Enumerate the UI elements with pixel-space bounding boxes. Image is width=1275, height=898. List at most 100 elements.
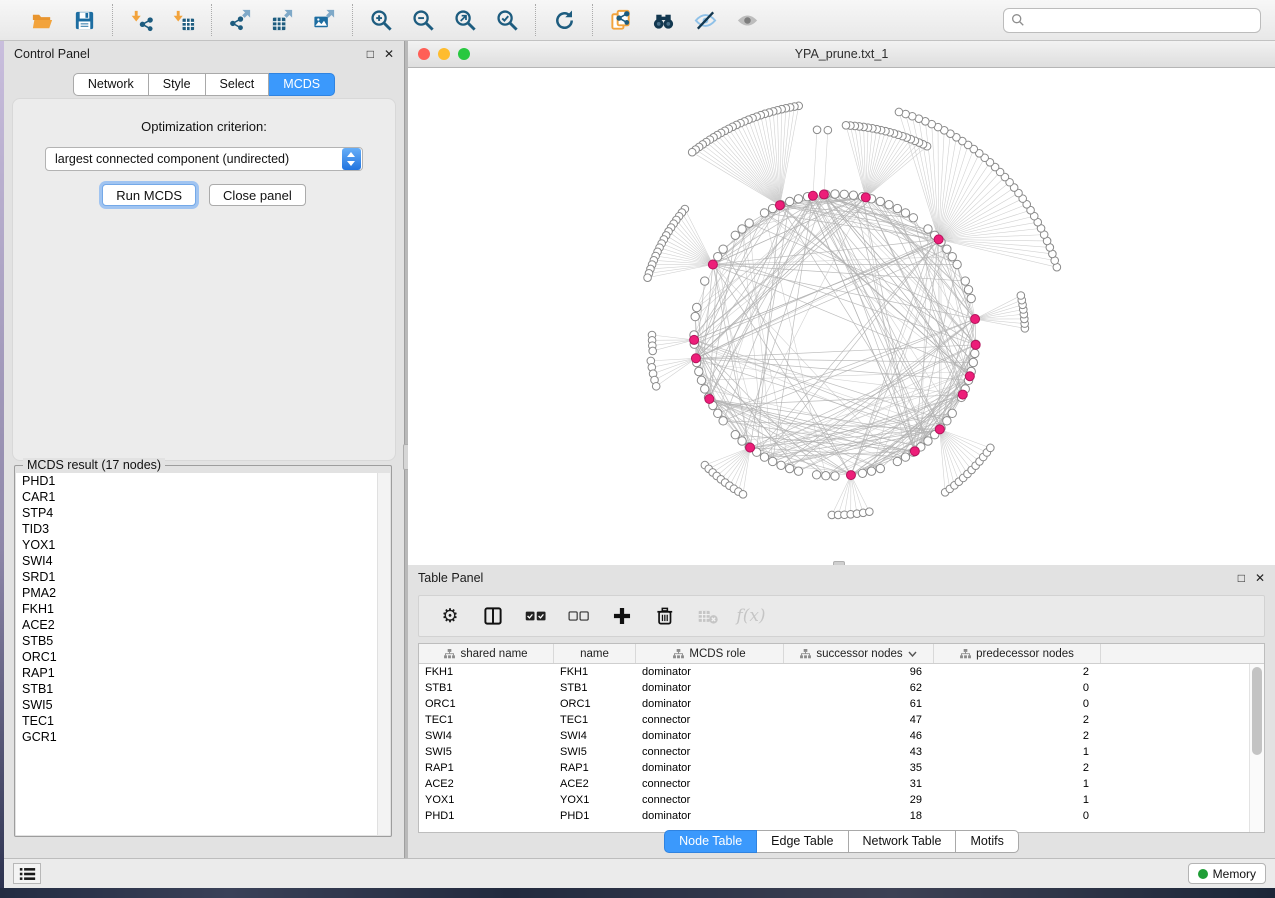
show-all-button[interactable]: [729, 4, 765, 36]
column-header-name[interactable]: name: [554, 644, 636, 663]
mcds-result-item[interactable]: STP4: [16, 505, 390, 521]
table-cell[interactable]: 1: [934, 778, 1101, 790]
network-canvas[interactable]: [408, 68, 1275, 565]
tab-edge-table[interactable]: Edge Table: [757, 830, 848, 853]
table-cell[interactable]: 35: [784, 762, 934, 774]
mcds-list-scrollbar[interactable]: [377, 473, 390, 835]
table-row[interactable]: SWI5SWI5connector431: [419, 744, 1264, 760]
refresh-layout-button[interactable]: [546, 4, 582, 36]
table-cell[interactable]: PHD1: [419, 810, 554, 822]
zoom-selected-button[interactable]: [489, 4, 525, 36]
table-cell[interactable]: YOX1: [554, 794, 636, 806]
tab-motifs[interactable]: Motifs: [956, 830, 1018, 853]
copy-network-button[interactable]: [603, 4, 639, 36]
table-cell[interactable]: connector: [636, 778, 784, 790]
table-cell[interactable]: 96: [784, 666, 934, 678]
select-all-checkboxes-button[interactable]: [523, 602, 549, 630]
import-network-button[interactable]: [123, 4, 159, 36]
table-row[interactable]: FKH1FKH1dominator962: [419, 664, 1264, 680]
table-cell[interactable]: connector: [636, 746, 784, 758]
table-cell[interactable]: RAP1: [554, 762, 636, 774]
table-cell[interactable]: YOX1: [419, 794, 554, 806]
table-cell[interactable]: 2: [934, 730, 1101, 742]
zoom-in-button[interactable]: [363, 4, 399, 36]
mcds-result-item[interactable]: GCR1: [16, 729, 390, 745]
column-header-predecessor-nodes[interactable]: predecessor nodes: [934, 644, 1101, 663]
table-row[interactable]: YOX1YOX1connector291: [419, 792, 1264, 808]
table-cell[interactable]: 0: [934, 810, 1101, 822]
table-cell[interactable]: TEC1: [419, 714, 554, 726]
deselect-all-checkboxes-button[interactable]: [566, 602, 592, 630]
table-scrollbar[interactable]: [1249, 664, 1264, 832]
delete-row-button[interactable]: [652, 602, 678, 630]
table-cell[interactable]: 31: [784, 778, 934, 790]
table-cell[interactable]: dominator: [636, 810, 784, 822]
zoom-fit-button[interactable]: [447, 4, 483, 36]
save-session-button[interactable]: [66, 4, 102, 36]
run-mcds-button[interactable]: Run MCDS: [102, 184, 196, 206]
mcds-result-item[interactable]: SWI4: [16, 553, 390, 569]
table-cell[interactable]: RAP1: [419, 762, 554, 774]
zoom-out-button[interactable]: [405, 4, 441, 36]
memory-button[interactable]: Memory: [1188, 863, 1266, 884]
search-box[interactable]: [1003, 8, 1261, 33]
close-panel-button[interactable]: Close panel: [209, 184, 306, 206]
table-row[interactable]: STB1STB1dominator620: [419, 680, 1264, 696]
float-panel-icon[interactable]: □: [367, 47, 374, 61]
close-panel-icon[interactable]: ✕: [384, 47, 394, 61]
mcds-result-item[interactable]: SRD1: [16, 569, 390, 585]
mcds-result-item[interactable]: FKH1: [16, 601, 390, 617]
tab-style[interactable]: Style: [149, 73, 206, 96]
table-cell[interactable]: dominator: [636, 666, 784, 678]
tab-node-table[interactable]: Node Table: [664, 830, 757, 853]
table-cell[interactable]: 62: [784, 682, 934, 694]
add-column-button[interactable]: [609, 602, 635, 630]
table-cell[interactable]: 1: [934, 794, 1101, 806]
column-header-successor-nodes[interactable]: successor nodes: [784, 644, 934, 663]
mcds-result-item[interactable]: ACE2: [16, 617, 390, 633]
tab-select[interactable]: Select: [206, 73, 270, 96]
column-header-MCDS-role[interactable]: MCDS role: [636, 644, 784, 663]
table-cell[interactable]: 0: [934, 682, 1101, 694]
table-cell[interactable]: 1: [934, 746, 1101, 758]
column-header-shared-name[interactable]: shared name: [419, 644, 554, 663]
table-cell[interactable]: 2: [934, 666, 1101, 678]
table-cell[interactable]: FKH1: [419, 666, 554, 678]
table-row[interactable]: SWI4SWI4dominator462: [419, 728, 1264, 744]
task-history-button[interactable]: [13, 863, 41, 884]
mcds-result-item[interactable]: YOX1: [16, 537, 390, 553]
mcds-result-item[interactable]: TEC1: [16, 713, 390, 729]
table-cell[interactable]: PHD1: [554, 810, 636, 822]
table-row[interactable]: ACE2ACE2connector311: [419, 776, 1264, 792]
table-row[interactable]: TEC1TEC1connector472: [419, 712, 1264, 728]
mcds-result-item[interactable]: PHD1: [16, 473, 390, 489]
table-cell[interactable]: SWI5: [554, 746, 636, 758]
mcds-result-list[interactable]: PHD1CAR1STP4TID3YOX1SWI4SRD1PMA2FKH1ACE2…: [16, 473, 390, 835]
table-row[interactable]: PHD1PHD1dominator180: [419, 808, 1264, 824]
search-input[interactable]: [1031, 13, 1253, 27]
mcds-result-item[interactable]: ORC1: [16, 649, 390, 665]
table-cell[interactable]: dominator: [636, 730, 784, 742]
table-cell[interactable]: SWI4: [419, 730, 554, 742]
mcds-result-item[interactable]: PMA2: [16, 585, 390, 601]
table-cell[interactable]: STB1: [419, 682, 554, 694]
mcds-result-item[interactable]: STB5: [16, 633, 390, 649]
table-cell[interactable]: 0: [934, 698, 1101, 710]
table-cell[interactable]: dominator: [636, 682, 784, 694]
table-cell[interactable]: 46: [784, 730, 934, 742]
table-cell[interactable]: FKH1: [554, 666, 636, 678]
settings-gear-button[interactable]: ⚙: [437, 602, 463, 630]
table-cell[interactable]: ACE2: [419, 778, 554, 790]
hide-selected-button[interactable]: [687, 4, 723, 36]
mcds-result-item[interactable]: RAP1: [16, 665, 390, 681]
table-cell[interactable]: STB1: [554, 682, 636, 694]
table-cell[interactable]: dominator: [636, 762, 784, 774]
table-cell[interactable]: 47: [784, 714, 934, 726]
export-image-button[interactable]: [306, 4, 342, 36]
table-cell[interactable]: 43: [784, 746, 934, 758]
table-cell[interactable]: 2: [934, 714, 1101, 726]
table-cell[interactable]: connector: [636, 714, 784, 726]
table-cell[interactable]: 18: [784, 810, 934, 822]
tab-network[interactable]: Network: [73, 73, 149, 96]
mcds-result-item[interactable]: CAR1: [16, 489, 390, 505]
